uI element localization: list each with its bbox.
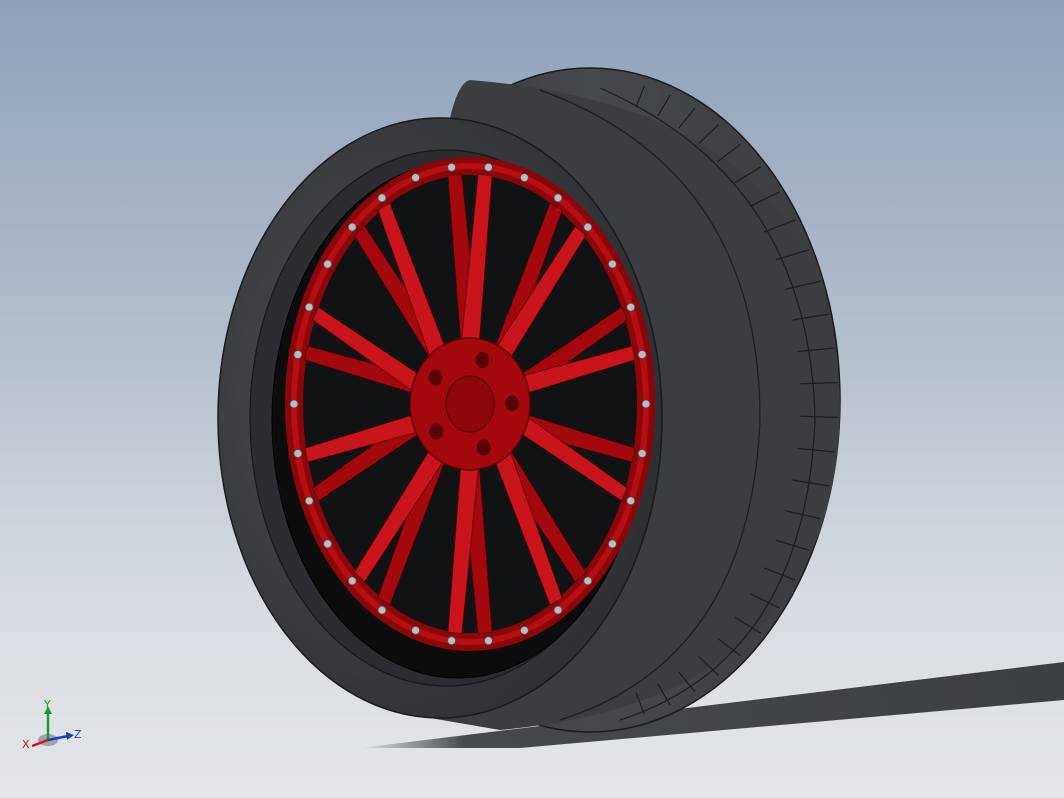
rim-bolt [553,193,563,203]
rim-bolt [447,162,457,172]
rim-bolt [637,350,647,359]
rim-bolt [637,449,647,458]
rim-bolt [607,539,617,549]
rim-bolt [607,259,617,269]
rim-bolt [519,625,529,635]
rim-bolt [289,399,299,409]
rim-bolt [626,496,636,506]
rim-bolt [377,193,387,203]
z-axis-label: Z [74,728,82,741]
rim-bolt [447,636,457,646]
rim-bolt [347,576,357,586]
rim-bolt [483,162,493,172]
rim-bolt [641,399,651,409]
rim-bolt [553,605,563,615]
rim-bolt [583,576,593,586]
rim-bolt [626,302,636,312]
rim-bolt [293,350,303,359]
rim-bolt [583,222,593,232]
rim-bolt [377,605,387,615]
z-axis-arrow [66,732,74,740]
rim-bolt [483,636,493,646]
rim-bolt [304,302,314,312]
rim-bolt [519,173,529,183]
rim-bolt [411,625,421,635]
rim-bolt [347,222,357,232]
y-axis-label: Y [43,698,51,711]
lug-nut [428,369,443,386]
lug-nut [429,423,444,440]
coordinate-triad: Y X Z [22,698,82,751]
lug-nut [476,439,491,456]
x-axis-label: X [22,738,30,751]
lug-nut [504,395,519,412]
rim-bolt [323,259,333,269]
wheel-model[interactable] [0,0,1064,798]
rim-bolt [293,449,303,458]
rim-bolt [323,539,333,549]
lug-nut [475,352,490,369]
graphics-viewport[interactable]: Y X Z [0,0,1064,798]
rim-bolt [411,173,421,183]
rim-bolt [304,496,314,506]
